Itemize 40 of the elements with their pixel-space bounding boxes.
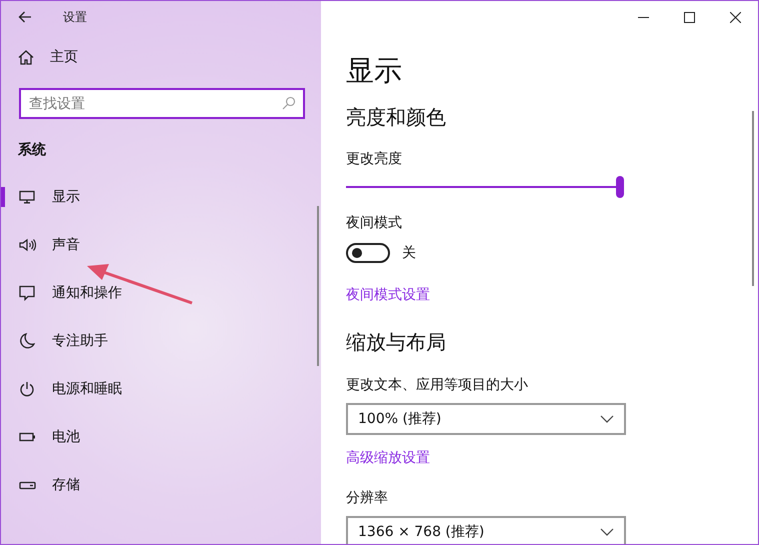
message-icon	[19, 285, 35, 301]
toggle-switch[interactable]	[346, 243, 390, 263]
power-icon	[19, 381, 35, 397]
settings-link[interactable]: 高级缩放设置	[346, 448, 430, 468]
nav-item[interactable]: 电池	[1, 413, 321, 461]
window-title: 设置	[63, 8, 87, 26]
nav-item[interactable]: 电源和睡眠	[1, 365, 321, 413]
slider-thumb[interactable]	[616, 176, 624, 198]
setting-label: 分辨率	[346, 489, 389, 508]
monitor-icon	[19, 190, 35, 204]
chevron-down-icon	[600, 415, 614, 423]
close-icon	[730, 12, 740, 22]
chevron-down-icon	[600, 528, 614, 536]
toggle-state-label: 关	[402, 244, 416, 262]
minimize-icon	[638, 16, 648, 18]
nav-item[interactable]: 声音	[1, 221, 321, 269]
nav-item[interactable]: 专注助手	[1, 317, 321, 365]
dropdown[interactable]: 1366 × 768 (推荐)	[346, 516, 626, 544]
moon-icon	[20, 333, 34, 349]
maximize-icon	[684, 12, 694, 22]
section-heading: 系统	[18, 141, 47, 160]
setting-label: 更改亮度	[346, 150, 403, 169]
setting-label: 夜间模式	[346, 214, 403, 233]
dropdown[interactable]: 100% (推荐)	[346, 403, 626, 435]
home-icon	[18, 50, 34, 64]
speaker-icon	[18, 238, 36, 252]
search-field[interactable]: 查找设置	[19, 88, 305, 119]
setting-label: 更改文本、应用等项目的大小	[346, 376, 529, 395]
battery-icon	[18, 432, 36, 442]
nav-item[interactable]: 显示	[1, 173, 321, 221]
drive-icon	[18, 480, 36, 490]
section-heading: 亮度和颜色	[346, 104, 447, 131]
back-arrow-icon	[18, 11, 32, 23]
home-nav-item[interactable]: 主页	[1, 33, 321, 81]
nav-item[interactable]: 通知和操作	[1, 269, 321, 317]
page-title: 显示	[346, 53, 403, 89]
search-icon	[282, 96, 296, 110]
section-heading: 缩放与布局	[346, 329, 447, 356]
settings-link[interactable]: 夜间模式设置	[346, 285, 430, 305]
nav-item[interactable]: 存储	[1, 461, 321, 509]
